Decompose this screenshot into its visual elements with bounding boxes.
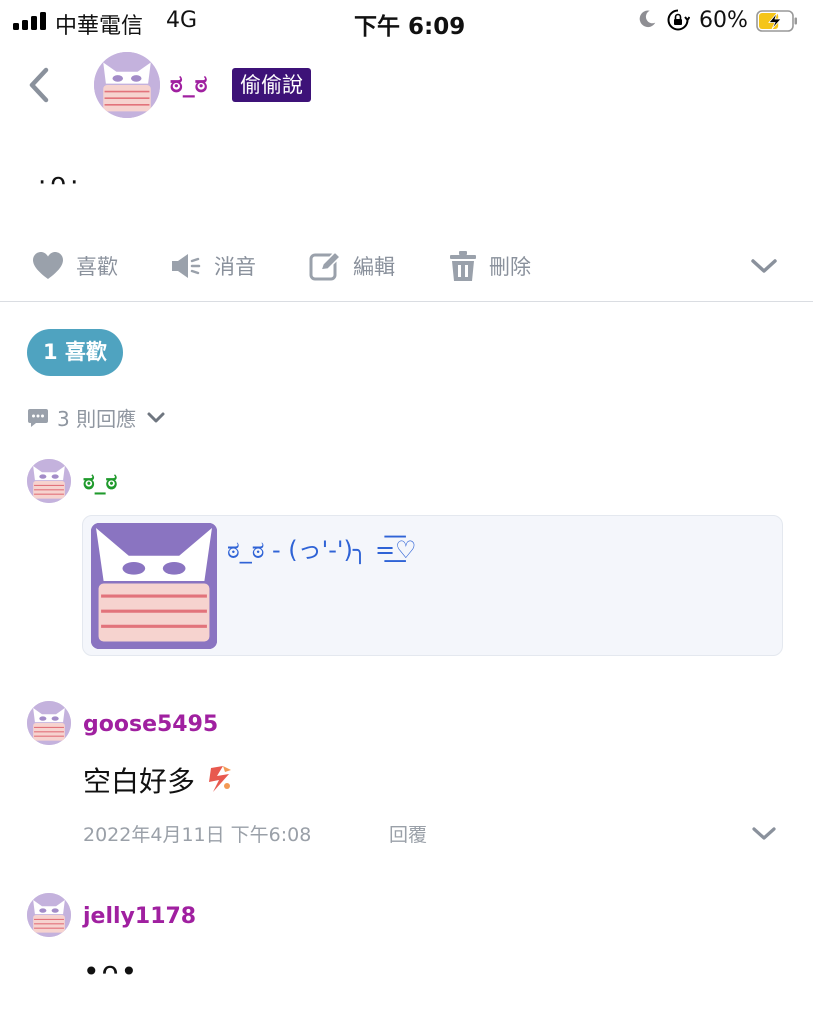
reply-count-label: 3 則回應	[57, 407, 137, 431]
comment-date: 2022年4月11日 下午6:08	[83, 824, 312, 846]
battery-percent: 60%	[699, 8, 748, 33]
chat-bubble-icon	[28, 408, 48, 427]
delete-label: 刪除	[489, 255, 531, 279]
trash-icon	[450, 251, 476, 281]
battery-charging-icon	[756, 10, 797, 32]
dragon-sticker-icon	[209, 766, 232, 792]
signal-icon	[13, 12, 49, 30]
like-count-pill[interactable]: 1 喜歡	[27, 329, 123, 376]
commenter-name[interactable]: ಠ_ಠ	[83, 470, 117, 495]
mute-label: 消音	[214, 255, 256, 279]
commenter-avatar[interactable]	[27, 701, 71, 745]
chevron-down-icon[interactable]	[750, 822, 778, 846]
heart-icon	[33, 252, 63, 279]
commenter-avatar[interactable]	[27, 893, 71, 937]
commenter-name[interactable]: jelly1178	[83, 904, 196, 929]
author-name[interactable]: ಠ_ಠ	[170, 70, 207, 98]
chevron-down-icon[interactable]	[748, 252, 780, 280]
rotation-lock-icon	[667, 9, 690, 31]
post-body: ·ᴖ·	[38, 168, 83, 198]
edit-icon	[309, 251, 341, 281]
back-button[interactable]	[22, 62, 62, 108]
comment-text: •ᴖ•	[83, 955, 140, 988]
comment-text-row: 空白好多	[83, 760, 239, 800]
comment-text: 空白好多	[83, 765, 196, 798]
mute-button[interactable]: 消音	[170, 246, 256, 286]
chevron-down-icon	[147, 412, 165, 422]
moon-icon	[639, 10, 656, 28]
status-bar: 中華電信 4G 下午 6:09 60%	[0, 0, 813, 42]
status-time: 下午 6:09	[354, 14, 466, 40]
commenter-avatar[interactable]	[27, 459, 71, 503]
quoted-post-thumbnail	[91, 523, 217, 649]
divider	[0, 301, 813, 302]
reply-button[interactable]: 回覆	[389, 820, 427, 847]
carrier-name: 中華電信	[55, 14, 144, 39]
like-label: 喜歡	[76, 255, 118, 279]
edit-label: 編輯	[353, 255, 395, 279]
delete-button[interactable]: 刪除	[449, 246, 531, 286]
quoted-post-title: ಠ_ಠ - (っ'-')╮ =͟͟͞͞♡	[227, 536, 417, 564]
mute-icon	[172, 254, 201, 278]
author-avatar[interactable]	[94, 52, 160, 118]
quoted-post-card[interactable]: ಠ_ಠ - (っ'-')╮ =͟͟͞͞♡	[82, 515, 783, 656]
like-button[interactable]: 喜歡	[32, 246, 118, 286]
edit-button[interactable]: 編輯	[309, 246, 395, 286]
reply-count-toggle[interactable]: 3 則回應	[27, 403, 166, 432]
board-badge[interactable]: 偷偷說	[232, 68, 311, 102]
network-type: 4G	[166, 8, 198, 33]
commenter-name[interactable]: goose5495	[83, 712, 218, 737]
